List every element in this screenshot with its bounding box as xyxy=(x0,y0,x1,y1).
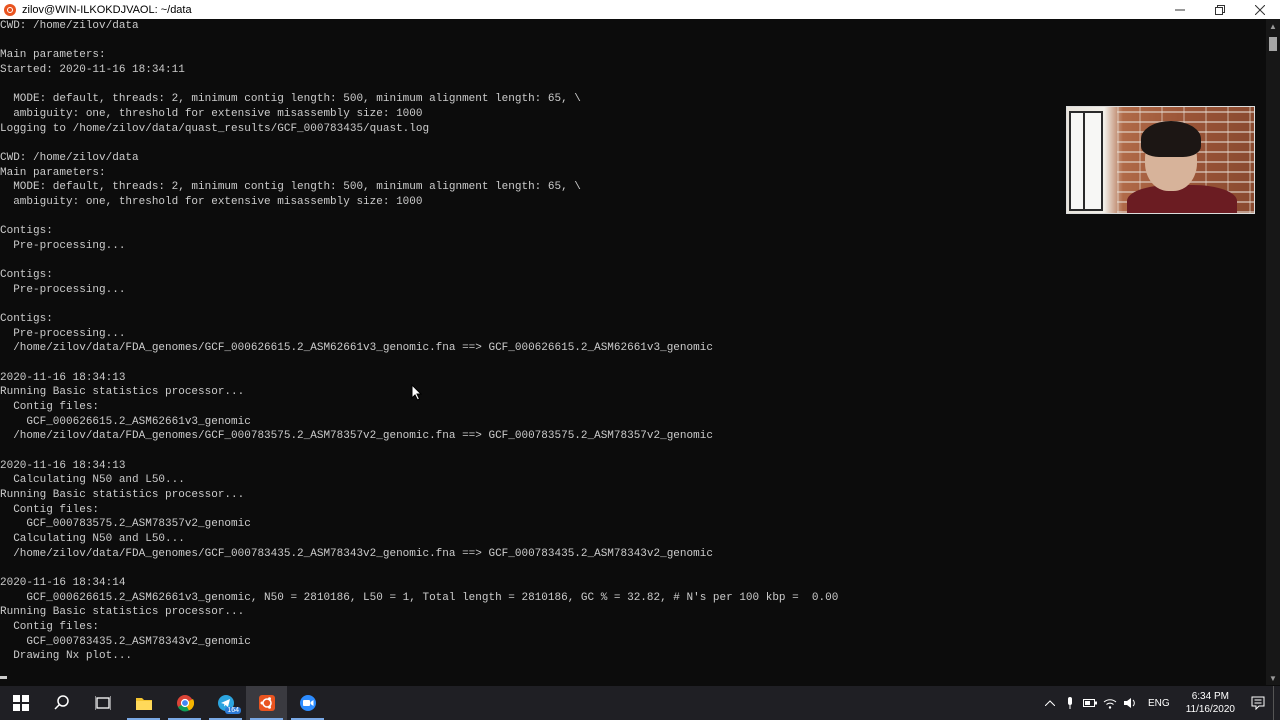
microphone-icon[interactable] xyxy=(1060,686,1080,720)
ubuntu-icon xyxy=(258,695,275,711)
terminal-line: Started: 2020-11-16 18:34:11 xyxy=(0,63,185,76)
windows-logo-icon xyxy=(12,695,29,711)
window-title: zilov@WIN-ILKOKDJVAOL: ~/data xyxy=(22,3,192,16)
terminal-line: GCF_000783575.2_ASM78357v2_genomic xyxy=(0,518,251,531)
notification-icon xyxy=(1251,696,1265,710)
minimize-icon xyxy=(1175,9,1185,10)
webcam-window-frame xyxy=(1069,111,1103,211)
terminal-line: /home/zilov/data/FDA_genomes/GCF_0007834… xyxy=(0,547,713,560)
terminal-line: GCF_000626615.2_ASM62661v3_genomic xyxy=(0,415,251,428)
terminal-line: Main parameters: xyxy=(0,166,106,179)
ubuntu-icon xyxy=(4,3,16,16)
terminal-line: MODE: default, threads: 2, minimum conti… xyxy=(0,181,581,194)
mouse-pointer-icon xyxy=(411,384,423,401)
terminal-line: CWD: /home/zilov/data xyxy=(0,151,139,164)
terminal-line: CWD: /home/zilov/data xyxy=(0,20,139,32)
task-view-icon xyxy=(94,696,111,710)
terminal-line: /home/zilov/data/FDA_genomes/GCF_0007835… xyxy=(0,430,713,443)
terminal-line: Pre-processing... xyxy=(0,327,126,340)
search-button[interactable] xyxy=(41,686,82,720)
terminal-line: Contig files: xyxy=(0,401,100,414)
scroll-thumb[interactable] xyxy=(1269,37,1277,51)
chrome-icon xyxy=(176,695,194,712)
chrome-button[interactable] xyxy=(164,686,205,720)
ubuntu-button[interactable] xyxy=(246,686,287,720)
task-view-button[interactable] xyxy=(82,686,123,720)
notification-center-button[interactable] xyxy=(1243,686,1273,720)
terminal-line: Calculating N50 and L50... xyxy=(0,532,185,545)
wifi-icon[interactable] xyxy=(1100,686,1120,720)
close-button[interactable] xyxy=(1240,0,1280,19)
minimize-button[interactable] xyxy=(1160,0,1200,19)
maximize-button[interactable] xyxy=(1200,0,1240,19)
language-indicator[interactable]: ENG xyxy=(1140,698,1178,709)
system-tray: ENG 6:34 PM 11/16/2020 xyxy=(1040,686,1280,720)
terminal-line: MODE: default, threads: 2, minimum conti… xyxy=(0,93,581,106)
clock-time: 6:34 PM xyxy=(1191,691,1229,702)
terminal-line: 2020-11-16 18:34:13 xyxy=(0,459,126,472)
terminal-line: /home/zilov/data/FDA_genomes/GCF_0006266… xyxy=(0,342,713,355)
telegram-button[interactable]: 164 xyxy=(205,686,246,720)
terminal-line: Main parameters: xyxy=(0,49,106,62)
webcam-overlay xyxy=(1066,106,1255,214)
terminal-line: Contig files: xyxy=(0,620,100,633)
terminal-lines: CWD: /home/zilov/data Main parameters: Sta… xyxy=(0,19,838,664)
restore-icon xyxy=(1215,4,1225,15)
terminal-line: Contigs: xyxy=(0,269,53,282)
terminal-line: Calculating N50 and L50... xyxy=(0,474,185,487)
terminal-line: Pre-processing... xyxy=(0,283,126,296)
terminal-line: 2020-11-16 18:34:14 xyxy=(0,576,126,589)
terminal-cursor xyxy=(0,676,7,679)
file-explorer-button[interactable] xyxy=(123,686,164,720)
chevron-up-icon[interactable] xyxy=(1040,686,1060,720)
terminal-line: Pre-processing... xyxy=(0,239,126,252)
terminal-line: GCF_000783435.2_ASM78343v2_genomic xyxy=(0,635,251,648)
battery-icon[interactable] xyxy=(1080,686,1100,720)
telegram-unread-badge: 164 xyxy=(225,707,241,714)
terminal-line: ambiguity: one, threshold for extensive … xyxy=(0,107,423,120)
clock-date: 11/16/2020 xyxy=(1185,704,1235,715)
terminal-scrollbar[interactable]: ▲ ▼ xyxy=(1266,19,1280,685)
webcam-person-hair xyxy=(1141,121,1201,157)
terminal-line: Contigs: xyxy=(0,225,53,238)
terminal-line: Running Basic statistics processor... xyxy=(0,489,245,501)
folder-icon xyxy=(135,698,152,710)
terminal-line: ambiguity: one, threshold for extensive … xyxy=(0,195,423,208)
zoom-button[interactable] xyxy=(287,686,328,720)
terminal-line: GCF_000626615.2_ASM62661v3_genomic, N50 … xyxy=(0,591,839,604)
window-titlebar[interactable]: zilov@WIN-ILKOKDJVAOL: ~/data xyxy=(0,0,1280,20)
search-icon xyxy=(53,695,69,710)
scroll-down-arrow-icon[interactable]: ▼ xyxy=(1266,671,1280,685)
start-button[interactable] xyxy=(0,686,41,720)
volume-icon[interactable] xyxy=(1120,686,1140,720)
terminal-line: Contigs: xyxy=(0,313,53,326)
show-desktop-button[interactable] xyxy=(1273,686,1280,720)
terminal-line: Running Basic statistics processor... xyxy=(0,606,245,619)
close-icon xyxy=(1255,4,1265,15)
webcam-person-body xyxy=(1127,185,1237,213)
terminal-line: Drawing Nx plot... xyxy=(0,650,133,663)
window-controls xyxy=(1160,0,1280,19)
terminal-line: Logging to /home/zilov/data/quast_result… xyxy=(0,122,430,135)
zoom-icon xyxy=(299,695,316,711)
scroll-up-arrow-icon[interactable]: ▲ xyxy=(1266,19,1280,33)
taskbar-clock[interactable]: 6:34 PM 11/16/2020 xyxy=(1178,690,1243,716)
terminal-line: Contig files: xyxy=(0,503,100,516)
